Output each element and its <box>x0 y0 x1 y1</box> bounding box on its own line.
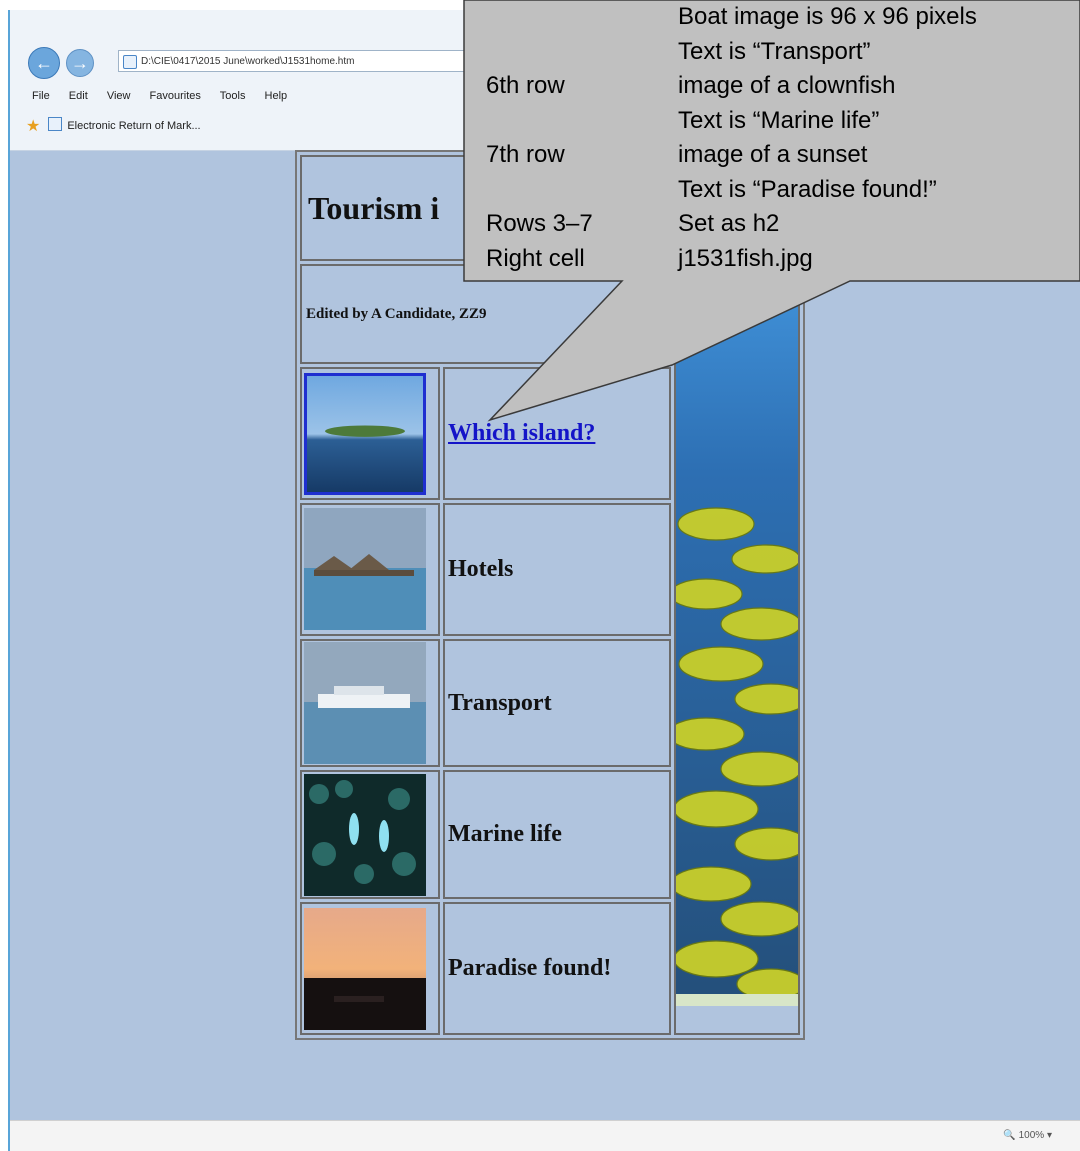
clownfish-thumbnail <box>304 773 426 896</box>
label-cell-hotels: Hotels <box>443 503 671 636</box>
thumb-cell-marine <box>300 770 440 900</box>
transport-heading: Transport <box>448 689 552 716</box>
favourite-link[interactable]: Electronic Return of Mark... <box>67 120 200 132</box>
label-cell-island: Which island? <box>443 367 671 501</box>
menu-edit[interactable]: Edit <box>69 90 88 102</box>
label-cell-transport: Transport <box>443 638 671 768</box>
menu-tools[interactable]: Tools <box>220 90 246 102</box>
label-heading-island: Which island? <box>448 420 669 447</box>
status-bar: 🔍 100% ▾ <box>10 1120 1080 1151</box>
menu-bar: File Edit View Favourites Tools Help <box>32 90 303 102</box>
page-icon <box>123 55 137 69</box>
forward-button[interactable]: → <box>66 49 94 77</box>
menu-view[interactable]: View <box>107 90 131 102</box>
thumb-cell-paradise <box>300 902 440 1035</box>
thumb-cell-transport <box>300 638 440 768</box>
address-text: D:\CIE\0417\2015 June\worked\J1531home.h… <box>141 56 355 67</box>
page-table: Tourism i Edited by A Candidate, ZZ9 Whi… <box>295 150 806 1040</box>
paradise-found-heading: Paradise found! <box>448 955 612 982</box>
address-bar[interactable]: D:\CIE\0417\2015 June\worked\J1531home.h… <box>118 50 470 72</box>
thumb-cell-hotels <box>300 503 440 636</box>
favourites-star-icon[interactable]: ★ <box>26 118 40 135</box>
back-button[interactable]: ← <box>28 47 60 79</box>
boat-thumbnail <box>304 642 426 765</box>
editor-credit: Edited by A Candidate, ZZ9 <box>306 305 487 322</box>
island-thumbnail-link[interactable] <box>304 372 426 495</box>
title-cell: Tourism i <box>300 155 801 262</box>
thumb-cell-island <box>300 367 440 501</box>
page-title: Tourism i <box>308 189 440 226</box>
menu-help[interactable]: Help <box>265 90 288 102</box>
favourites-bar: ★ Electronic Return of Mark... <box>26 116 201 136</box>
favourite-page-icon <box>48 117 63 131</box>
right-image-cell <box>674 264 801 1035</box>
editor-cell: Edited by A Candidate, ZZ9 <box>300 264 671 365</box>
zoom-level: 100% <box>1018 1130 1045 1141</box>
sunset-thumbnail <box>304 907 426 1030</box>
label-cell-paradise: Paradise found! <box>443 902 671 1035</box>
label-cell-marine: Marine life <box>443 770 671 900</box>
hotels-heading: Hotels <box>448 555 514 582</box>
browser-chrome: ← → D:\CIE\0417\2015 June\worked\J1531ho… <box>10 10 1080 151</box>
fish-image <box>676 293 798 1006</box>
menu-file[interactable]: File <box>32 90 50 102</box>
marine-life-heading: Marine life <box>448 821 562 848</box>
hotel-thumbnail <box>304 508 426 631</box>
menu-favourites[interactable]: Favourites <box>150 90 201 102</box>
zoom-control[interactable]: 🔍 100% ▾ <box>1003 1130 1052 1141</box>
which-island-link[interactable]: Which island? <box>448 420 595 446</box>
